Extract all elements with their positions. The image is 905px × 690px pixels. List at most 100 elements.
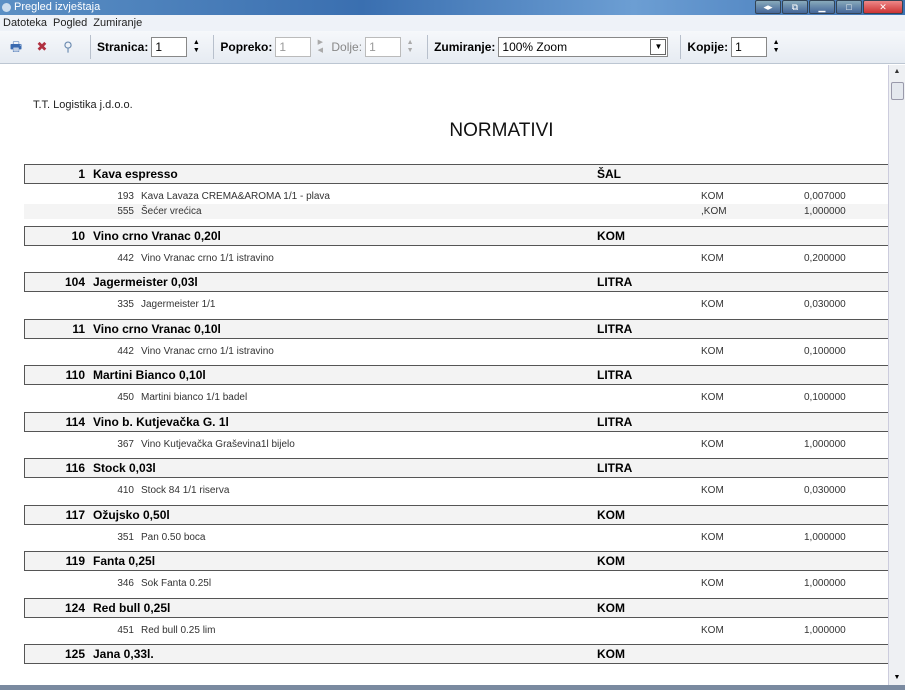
chevron-down-icon[interactable]: ▼ [650,39,667,55]
item-name: Red bull 0.25 lim [141,624,216,636]
popreko-input[interactable]: 1 [275,37,312,57]
separator [90,35,91,59]
report-title: NORMATIVI [449,120,554,141]
group-unit: LITRA [597,321,633,336]
group-name: Vino crno Vranac 0,10l [93,321,221,336]
group-name: Stock 0,03l [93,461,156,475]
item-row: 351 Pan 0.50 boca KOM 1,000000 [24,530,888,545]
group-section: 124 Red bull 0,25l KOM 451 Red bull 0.25 lim… [24,597,888,638]
group-code: 10 [71,228,85,243]
item-qty: 0,100000 [804,392,846,403]
spin-arrows-icon[interactable]: ▲ ▼ [405,39,415,55]
close-button[interactable]: ✕ [863,0,903,14]
group-unit: LITRA [597,461,633,475]
kopije-stepper[interactable]: 1 ▲ ▼ [731,37,781,57]
zoom-select[interactable]: 100% Zoom ▼ [498,37,669,57]
spin-arrows-icon[interactable]: ▲ ▼ [771,39,781,55]
item-qty: 1,000000 [804,206,846,217]
item-unit: KOM [701,252,724,264]
item-row: 555 Šećer vrećica ,KOM 1,000000 [24,204,888,219]
item-name: Martini bianco 1/1 badel [141,392,248,403]
group-unit: KOM [597,600,625,615]
kopije-input[interactable]: 1 [731,37,768,57]
scroll-down-icon[interactable]: ▼ [889,671,905,685]
spin-arrows-icon[interactable]: ▶ ◀ [315,39,325,55]
zoom-icon[interactable]: ⚲ [58,37,78,57]
popreko-stepper[interactable]: 1 ▶ ◀ [275,37,325,57]
separator [427,35,429,59]
dolje-stepper[interactable]: 1 ▲ ▼ [365,37,415,57]
item-name: Kava Lavaza CREMA&AROMA 1/1 - plava [141,191,330,202]
item-row: 451 Red bull 0.25 lim KOM 1,000000 [24,623,888,638]
item-qty: 0,007000 [804,191,846,202]
dolje-label: Dolje: [331,40,363,54]
taskbar [0,685,905,690]
group-code: 114 [65,414,85,429]
scroll-thumb[interactable] [891,82,904,100]
item-code: 335 [117,299,134,310]
item-name: Vino Kutjevačka Graševina1l bijelo [141,438,295,450]
group-code: 11 [72,321,85,336]
minimize-button[interactable]: ▁ [809,0,835,14]
close-preview-icon[interactable]: ✖ [32,37,52,57]
item-unit: KOM [701,578,724,589]
dolje-input[interactable]: 1 [365,37,402,57]
group-header-row: 10 Vino crno Vranac 0,20l KOM [24,225,888,246]
maximize-button[interactable]: □ [836,0,862,14]
stranica-stepper[interactable]: 1 ▲ ▼ [151,37,201,57]
restore-extra-button[interactable]: ⧉ [782,0,808,14]
item-qty: 0,100000 [804,345,846,357]
item-unit: KOM [701,438,724,450]
vertical-scrollbar[interactable]: ▲ ▼ [888,65,905,685]
group-name: Fanta 0,25l [93,554,156,568]
group-section: 104 Jagermeister 0,03l LITRA 335 Jagermeiste… [24,272,888,312]
scroll-up-icon[interactable]: ▲ [889,65,905,79]
stranica-input[interactable]: 1 [151,37,188,57]
group-code: 1 [78,167,85,181]
item-unit: KOM [701,531,724,543]
group-code: 124 [64,600,85,615]
item-code: 442 [117,252,134,264]
group-section: 110 Martini Bianco 0,10l LITRA 450 Martini b… [24,365,888,405]
group-header-row: 1 Kava espresso ŠAL [24,164,888,184]
group-name: Jana 0,33l. [93,647,154,661]
menu-pogled[interactable]: Pogled [50,15,90,31]
item-code: 351 [117,531,134,543]
group-name: Jagermeister 0,03l [93,275,198,289]
item-qty: 0,200000 [804,252,846,264]
menu-datoteka[interactable]: Datoteka [0,15,50,31]
popreko-label: Popreko: [220,40,273,54]
group-name: Vino crno Vranac 0,20l [93,228,221,243]
group-code: 116 [65,461,85,475]
spin-arrows-icon[interactable]: ▲ ▼ [191,39,201,55]
item-code: 442 [117,345,134,357]
group-unit: KOM [597,554,625,568]
group-section: 1 Kava espresso ŠAL 193 Kava Lavaza CREMA&AR… [24,164,888,219]
item-row: 193 Kava Lavaza CREMA&AROMA 1/1 - plava KO… [24,189,888,204]
item-code: 555 [117,206,134,217]
item-name: Vino Vranac crno 1/1 istravino [141,345,274,357]
group-section: 10 Vino crno Vranac 0,20l KOM 442 Vino Vrana… [24,225,888,266]
item-code: 451 [117,624,134,636]
group-section: 114 Vino b. Kutjevačka G. 1l LITRA 367 Vino … [24,411,888,452]
stranica-label: Stranica: [97,40,149,54]
item-code: 410 [117,485,134,496]
print-icon[interactable]: 🖶 [6,37,26,57]
item-name: Stock 84 1/1 riserva [141,485,230,496]
extra-button[interactable]: ◂▸ [755,0,781,14]
item-qty: 1,000000 [804,578,846,589]
report-page: T.T. Logistika j.d.o.o. NORMATIVI 1 Kava … [0,65,888,685]
group-name: Red bull 0,25l [93,600,171,615]
zoom-value: 100% Zoom [502,40,568,54]
app-icon [2,3,11,12]
group-unit: KOM [597,228,625,243]
menu-zumiranje[interactable]: Zumiranje [90,15,145,31]
group-header-row: 110 Martini Bianco 0,10l LITRA [24,365,888,385]
kopije-label: Kopije: [687,40,729,54]
group-header-row: 104 Jagermeister 0,03l LITRA [24,272,888,292]
group-section: 116 Stock 0,03l LITRA 410 Stock 84 1/1 riser… [24,458,888,498]
item-row: 442 Vino Vranac crno 1/1 istravino KOM 0,20… [24,251,888,266]
group-code: 119 [65,554,85,568]
item-row: 410 Stock 84 1/1 riserva KOM 0,030000 [24,483,888,498]
item-code: 193 [117,191,134,202]
